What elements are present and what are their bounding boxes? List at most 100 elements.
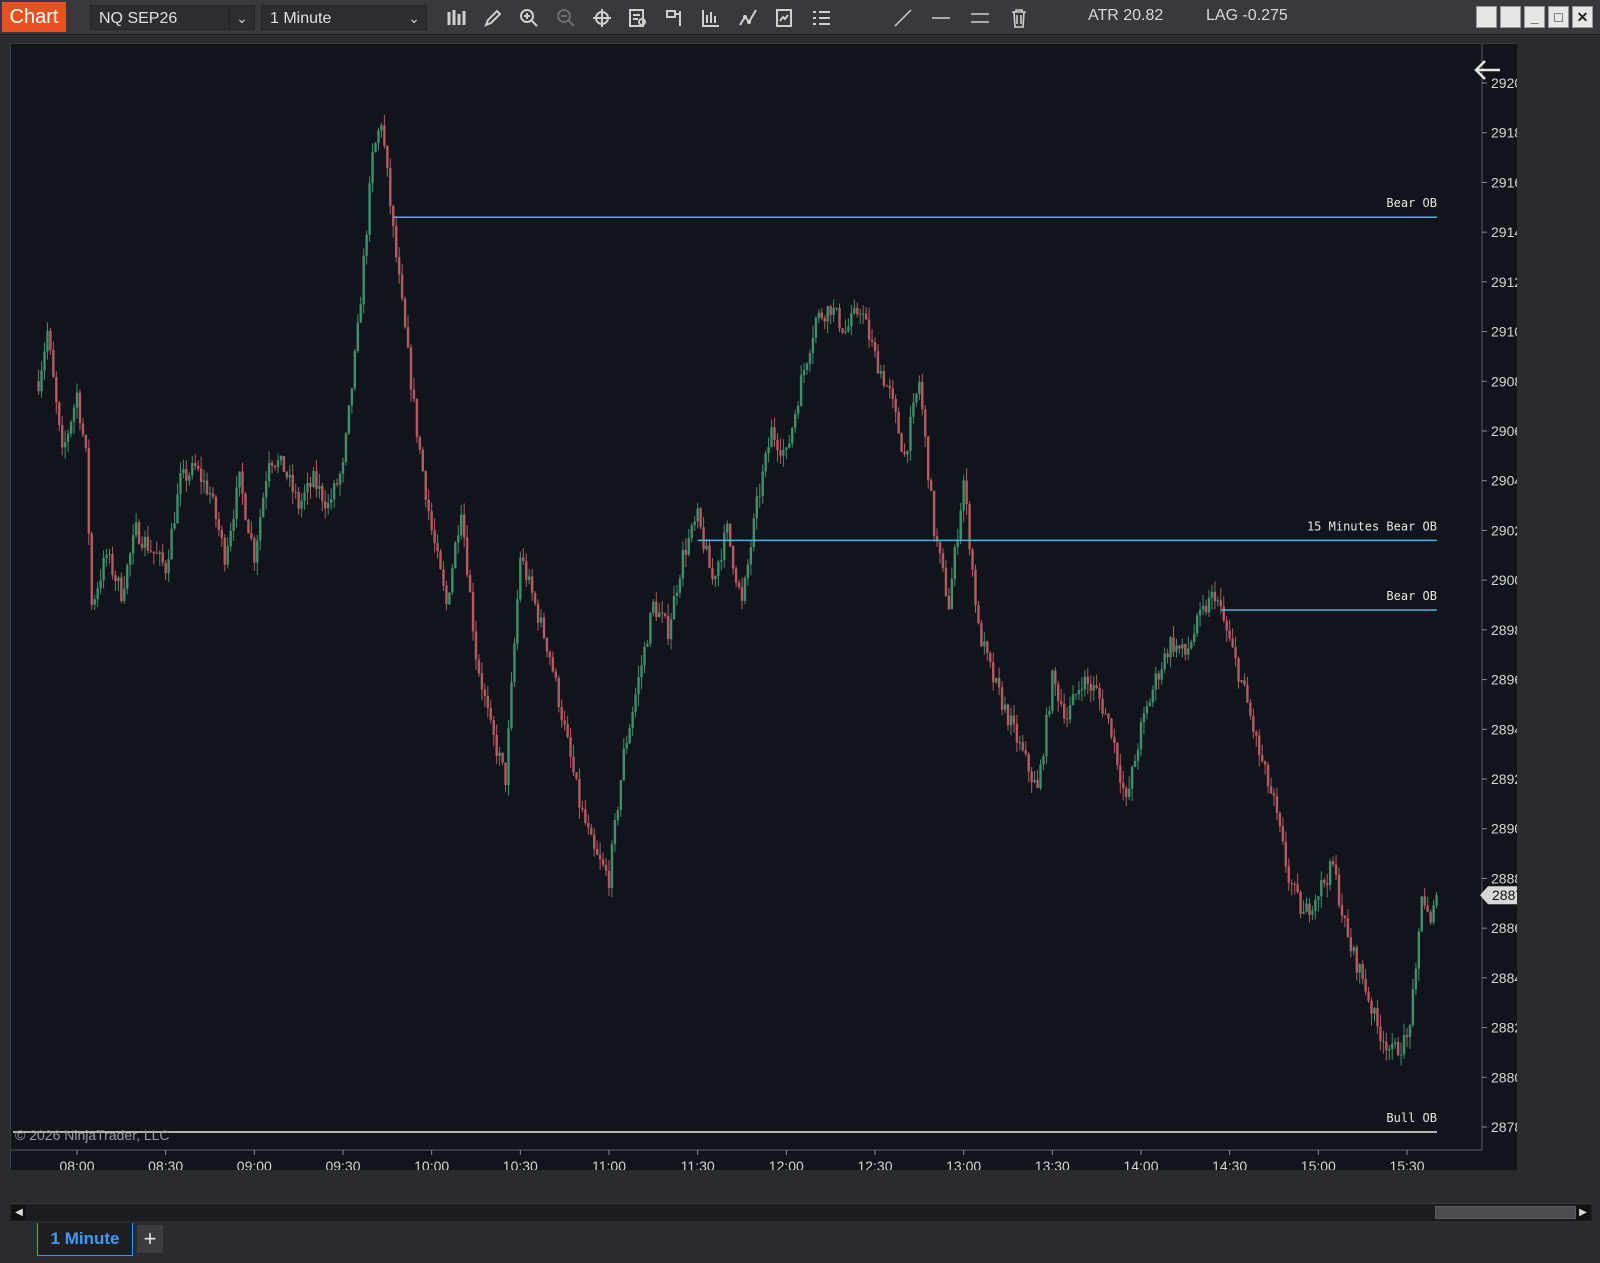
candle-up — [191, 463, 194, 476]
data-box-icon[interactable] — [625, 6, 651, 30]
candle-up — [625, 743, 628, 749]
candle-down — [397, 256, 401, 275]
crosshair-icon[interactable] — [589, 6, 615, 30]
scroll-thumb[interactable] — [1435, 1206, 1576, 1219]
candle-up — [1195, 615, 1199, 634]
candle-up — [105, 554, 108, 559]
back-arrow-icon[interactable] — [1470, 55, 1504, 85]
candle-up — [950, 578, 954, 610]
zoom-out-icon[interactable] — [553, 6, 579, 30]
candle-down — [598, 854, 602, 860]
candle-up — [983, 641, 986, 647]
window-maximize-button[interactable]: □ — [1548, 6, 1569, 28]
candle-up — [637, 677, 640, 695]
candle-down — [1367, 991, 1370, 1001]
zoom-in-icon[interactable] — [516, 6, 542, 30]
candle-down — [666, 615, 670, 640]
candle-down — [495, 735, 498, 756]
candle-up — [1302, 911, 1305, 914]
candle-down — [504, 762, 507, 786]
candle-down — [941, 553, 945, 568]
instrument-selector[interactable]: NQ SEP26 — [90, 5, 230, 30]
object-list-icon[interactable] — [808, 6, 834, 30]
candle-down — [867, 319, 871, 340]
horizontal-line-icon[interactable] — [928, 6, 954, 30]
candle-down — [392, 206, 395, 227]
bar-type-icon[interactable] — [443, 6, 469, 30]
candle-down — [965, 480, 968, 505]
candle-down — [932, 491, 936, 537]
candle-down — [891, 388, 894, 400]
candle-down — [604, 864, 608, 871]
candle-down — [1361, 964, 1364, 979]
candle-down — [655, 601, 658, 618]
indicators-icon[interactable] — [735, 6, 761, 30]
candle-down — [684, 549, 688, 555]
candle-down — [247, 519, 250, 534]
scroll-right-icon[interactable]: ▶ — [1576, 1205, 1590, 1220]
candle-down — [220, 529, 224, 538]
candle-down — [1113, 737, 1116, 743]
candle-down — [1172, 637, 1175, 652]
candle-up — [782, 449, 785, 456]
candle-down — [974, 569, 977, 606]
chart-panel[interactable]: Bear OB 15 Minutes Bear OB Bear OB Bull OB 2… — [10, 43, 1517, 1170]
interval-selector[interactable]: 1 Minute ⌄ — [261, 5, 427, 30]
add-tab-button[interactable]: + — [137, 1225, 163, 1253]
candle-up — [808, 353, 812, 364]
chevron-down-icon: ⌄ — [408, 10, 420, 26]
candle-up — [1207, 597, 1211, 613]
chart-app-tab[interactable]: Chart — [2, 2, 66, 32]
candle-up — [1048, 711, 1051, 715]
candle-up — [75, 392, 79, 408]
window-tile-button[interactable] — [1476, 6, 1497, 28]
candle-up — [1080, 689, 1084, 691]
trash-icon[interactable] — [1006, 6, 1032, 30]
time-tick-label: 09:00 — [237, 1158, 272, 1170]
candle-up — [859, 313, 862, 315]
candle-down — [944, 567, 948, 596]
candle-down — [477, 659, 481, 674]
candle-up — [338, 473, 342, 485]
candle-up — [131, 535, 135, 554]
candle-down — [1385, 1041, 1388, 1051]
window-close-button[interactable]: ✕ — [1572, 6, 1593, 28]
price-chart[interactable]: Bear OB 15 Minutes Bear OB Bear OB Bull OB 2… — [11, 44, 1517, 1170]
properties-icon[interactable] — [662, 6, 688, 30]
candle-down — [1225, 620, 1228, 631]
window-minimize-button[interactable]: _ — [1524, 6, 1545, 28]
candle-down — [708, 545, 711, 569]
instrument-dropdown-button[interactable]: ⌄ — [229, 5, 255, 30]
candle-up — [279, 455, 283, 461]
scroll-left-icon[interactable]: ◀ — [12, 1205, 26, 1220]
candle-up — [173, 523, 176, 529]
price-tick-label: 28820.00 — [1491, 1020, 1517, 1036]
candle-up — [1198, 609, 1202, 616]
candle-down — [462, 514, 466, 538]
candle-down — [137, 522, 141, 544]
candle-up — [347, 405, 351, 434]
chart-toolbar: Chart NQ SEP26 ⌄ 1 Minute ⌄ ATR 20.82 LA… — [0, 0, 1600, 35]
candle-up — [1216, 600, 1220, 602]
candle-up — [962, 480, 965, 511]
candle-up — [912, 402, 915, 417]
pencil-icon[interactable] — [480, 6, 506, 30]
candle-down — [406, 327, 410, 348]
chart-style-icon[interactable] — [698, 6, 724, 30]
parallel-lines-icon[interactable] — [967, 6, 993, 30]
candle-up — [678, 578, 682, 593]
strategies-icon[interactable] — [771, 6, 797, 30]
candle-up — [208, 493, 212, 495]
candle-down — [1364, 978, 1367, 992]
window-pin-button[interactable] — [1500, 6, 1521, 28]
candle-up — [46, 330, 49, 352]
candle-down — [1308, 903, 1311, 915]
candle-down — [711, 568, 714, 580]
candle-down — [1104, 713, 1107, 715]
candle-up — [344, 433, 348, 462]
tab-1-minute[interactable]: 1 Minute — [37, 1223, 133, 1256]
candle-down — [1266, 764, 1270, 787]
line-icon[interactable] — [890, 6, 916, 30]
chart-scrollbar[interactable]: ◀ ▶ — [10, 1203, 1592, 1221]
candle-up — [1083, 676, 1087, 690]
